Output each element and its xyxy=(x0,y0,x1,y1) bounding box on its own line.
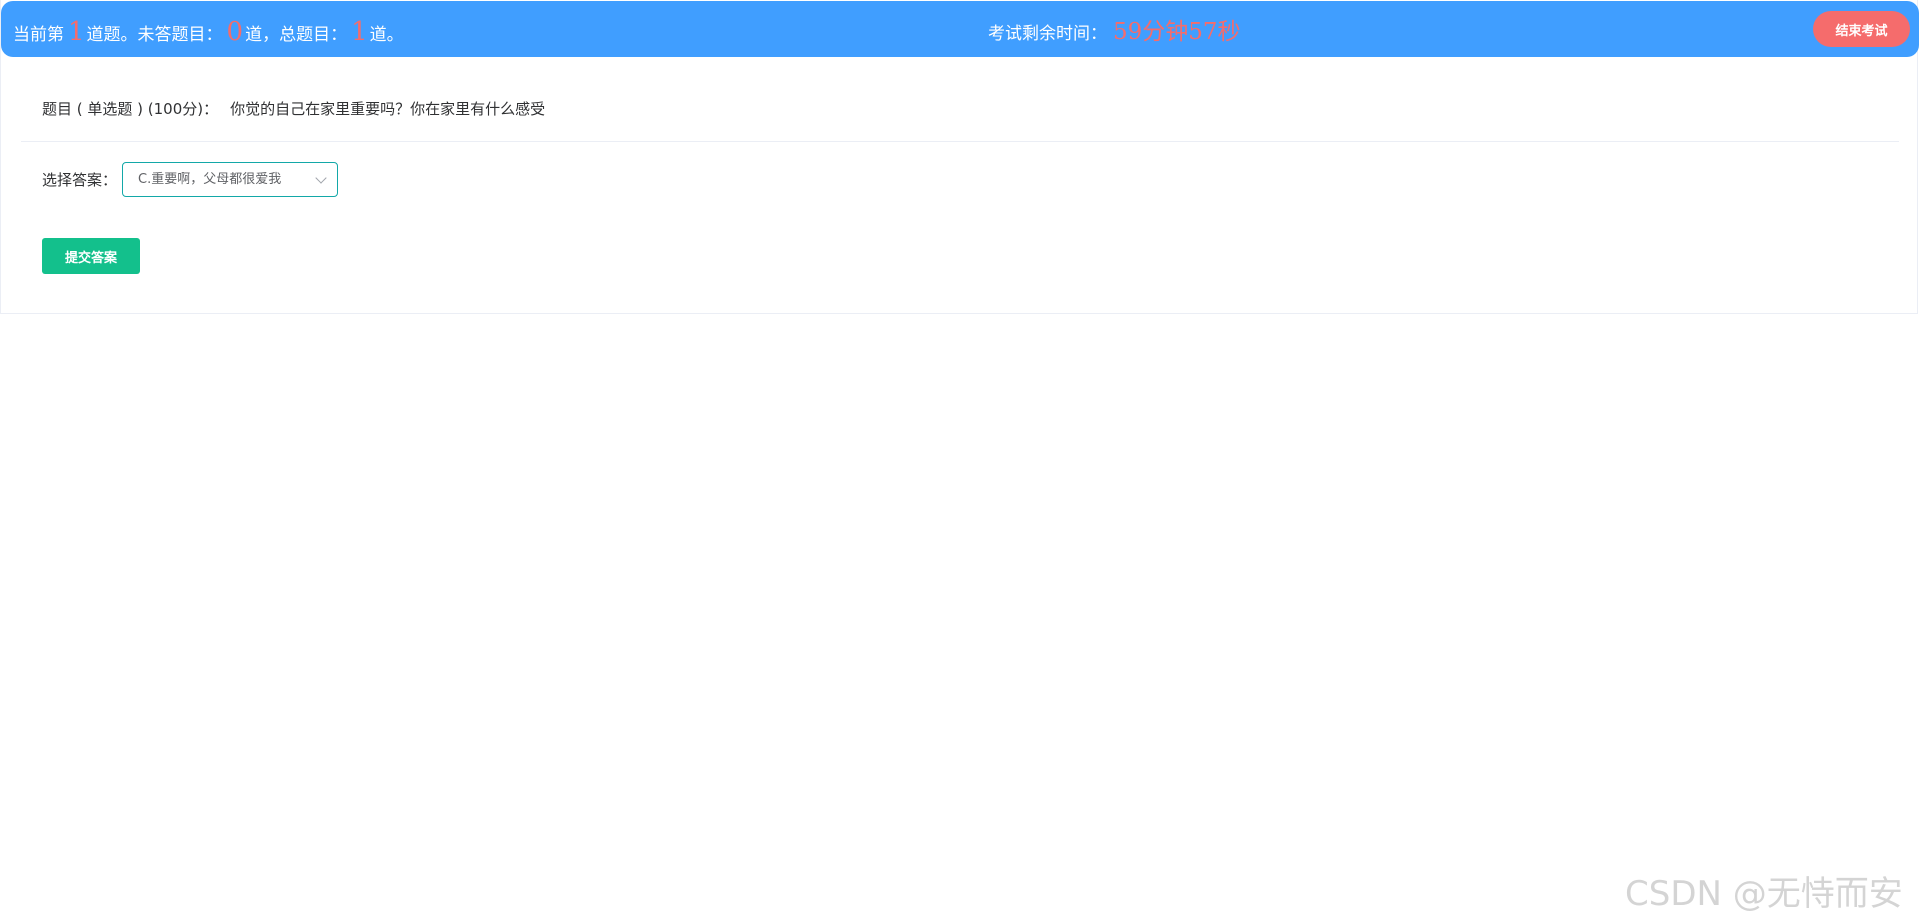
unanswered-count: 0 xyxy=(226,17,244,47)
submit-answer-button[interactable]: 提交答案 xyxy=(42,238,140,274)
answer-label: 选择答案： xyxy=(42,171,118,189)
timer-value: 59分钟57秒 xyxy=(1113,19,1241,45)
progress-suffix: 道。 xyxy=(369,25,404,45)
question-meta: 题目 ( 单选题 ) (100分)： xyxy=(42,100,219,118)
current-question-number: 1 xyxy=(68,17,85,47)
progress-unanswered-label: 道题。未答题目： xyxy=(86,25,223,45)
exam-panel: 当前第 1 道题。未答题目： 0 道，总题目： 1 道。 考试剩余时间： 59分钟57秒 结束… xyxy=(0,0,1919,314)
chevron-down-icon[interactable] xyxy=(315,172,327,184)
exam-header-bar: 当前第 1 道题。未答题目： 0 道，总题目： 1 道。 考试剩余时间： 59分钟57秒 结束… xyxy=(1,1,1919,57)
answer-select[interactable]: C.重要啊，父母都很爱我 xyxy=(122,162,338,197)
question-text: 你觉的自己在家里重要吗？你在家里有什么感受 xyxy=(230,100,546,118)
timer-label: 考试剩余时间： xyxy=(988,24,1107,44)
end-exam-button[interactable]: 结束考试 xyxy=(1813,11,1910,47)
question-line: 题目 ( 单选题 ) (100分)： 你觉的自己在家里重要吗？你在家里有什么感受 xyxy=(42,98,545,119)
answer-select-value: C.重要啊，父母都很爱我 xyxy=(138,172,282,187)
question-progress: 当前第 1 道题。未答题目： 0 道，总题目： 1 道。 xyxy=(13,1,404,57)
progress-total-label: 道，总题目： xyxy=(245,25,348,45)
progress-prefix: 当前第 xyxy=(13,25,64,45)
total-question-count: 1 xyxy=(351,17,368,47)
watermark: CSDN @无恃而安 xyxy=(1625,874,1903,914)
exam-timer: 考试剩余时间： 59分钟57秒 xyxy=(988,1,1241,57)
question-divider xyxy=(21,141,1899,142)
